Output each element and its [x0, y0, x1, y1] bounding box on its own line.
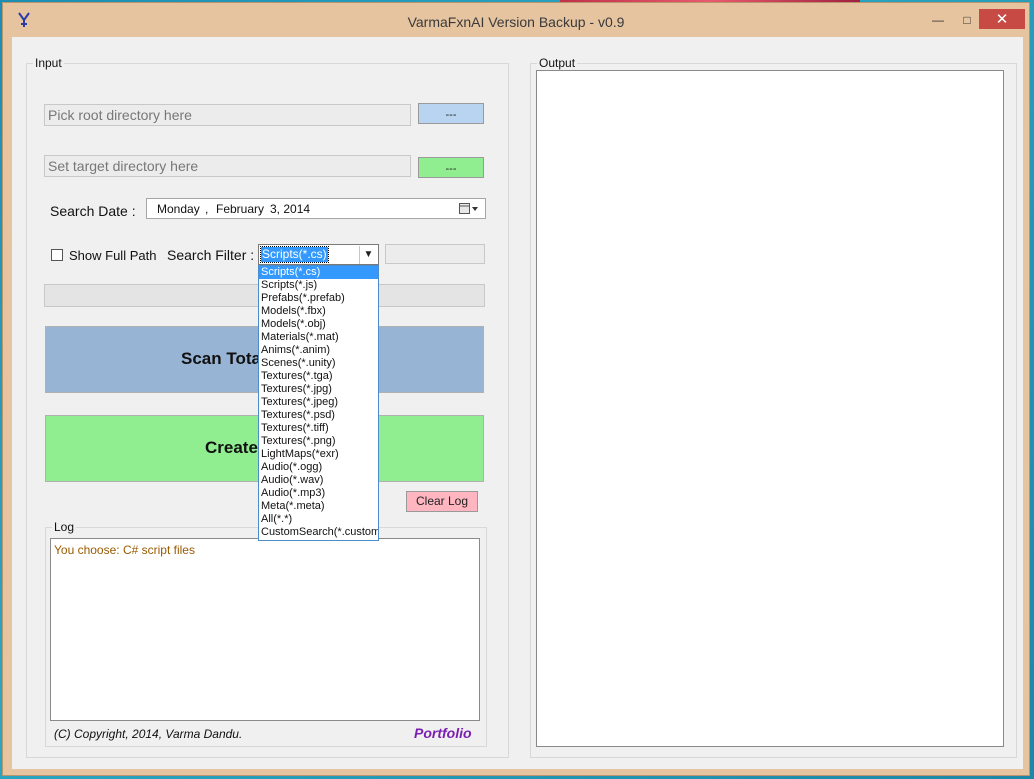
- input-group-legend: Input: [33, 56, 64, 70]
- output-textarea[interactable]: [536, 70, 1004, 747]
- dropdown-option[interactable]: Scripts(*.cs): [259, 266, 378, 279]
- dropdown-option[interactable]: Models(*.fbx): [259, 305, 378, 318]
- copyright-text: (C) Copyright, 2014, Varma Dandu.: [54, 727, 243, 741]
- show-full-path-label: Show Full Path: [69, 248, 157, 263]
- dropdown-option[interactable]: Textures(*.png): [259, 435, 378, 448]
- dropdown-option[interactable]: Textures(*.jpeg): [259, 396, 378, 409]
- target-browse-button[interactable]: ---: [418, 157, 484, 178]
- minimize-button[interactable]: —: [926, 9, 950, 31]
- close-icon: ✕: [995, 11, 1009, 28]
- chevron-down-icon[interactable]: ▼: [359, 246, 377, 264]
- root-directory-input[interactable]: Pick root directory here: [44, 104, 411, 126]
- title-bar[interactable]: VarmaFxnAI Version Backup - v0.9 — □ ✕: [3, 3, 1029, 35]
- dropdown-option[interactable]: Textures(*.psd): [259, 409, 378, 422]
- root-browse-button[interactable]: ---: [418, 103, 484, 124]
- client-area: Input Pick root directory here --- Set t…: [12, 37, 1023, 769]
- log-textarea[interactable]: You choose: C# script files: [50, 538, 480, 721]
- dropdown-option[interactable]: Textures(*.tiff): [259, 422, 378, 435]
- dropdown-option[interactable]: CustomSearch(*.customE: [259, 526, 378, 539]
- dropdown-option[interactable]: All(*.*): [259, 513, 378, 526]
- calendar-dropdown-icon[interactable]: [459, 203, 479, 215]
- search-filter-combo[interactable]: Scripts(*.cs) ▼: [258, 244, 379, 265]
- maximize-icon: □: [963, 13, 971, 27]
- app-window: VarmaFxnAI Version Backup - v0.9 — □ ✕ I…: [2, 2, 1030, 776]
- search-filter-dropdown-list[interactable]: Scripts(*.cs) Scripts(*.js) Prefabs(*.pref…: [258, 265, 379, 541]
- create-button-label: Create: [205, 438, 258, 457]
- log-group-legend: Log: [52, 520, 77, 534]
- search-date-label: Search Date :: [50, 203, 136, 219]
- search-filter-value: Scripts(*.cs): [260, 246, 329, 263]
- date-month: February: [216, 202, 265, 216]
- dropdown-option[interactable]: Audio(*.wav): [259, 474, 378, 487]
- date-day-year: 3, 2014: [270, 202, 311, 216]
- clear-log-button[interactable]: Clear Log: [406, 491, 478, 512]
- custom-extension-input[interactable]: [385, 244, 485, 264]
- show-full-path-checkbox[interactable]: [51, 249, 63, 261]
- output-group-legend: Output: [537, 56, 578, 70]
- dropdown-option[interactable]: LightMaps(*exr): [259, 448, 378, 461]
- portfolio-link[interactable]: Portfolio: [414, 725, 472, 741]
- dropdown-option[interactable]: Meta(*.meta): [259, 500, 378, 513]
- dropdown-option[interactable]: Prefabs(*.prefab): [259, 292, 378, 305]
- dropdown-option[interactable]: Audio(*.ogg): [259, 461, 378, 474]
- dropdown-option[interactable]: Textures(*.tga): [259, 370, 378, 383]
- date-day: Monday: [157, 202, 200, 216]
- dropdown-option[interactable]: Models(*.obj): [259, 318, 378, 331]
- dropdown-option[interactable]: Materials(*.mat): [259, 331, 378, 344]
- dropdown-option[interactable]: Anims(*.anim): [259, 344, 378, 357]
- log-text: You choose: C# script files: [54, 543, 195, 557]
- date-separator: ,: [205, 202, 209, 216]
- target-directory-input[interactable]: Set target directory here: [44, 155, 411, 177]
- minimize-icon: —: [932, 13, 944, 27]
- dropdown-option[interactable]: Textures(*.jpg): [259, 383, 378, 396]
- dropdown-option[interactable]: Scenes(*.unity): [259, 357, 378, 370]
- scan-button-label: Scan Tota: [181, 349, 261, 368]
- window-title: VarmaFxnAI Version Backup - v0.9: [407, 14, 625, 30]
- dropdown-option[interactable]: Audio(*.mp3): [259, 487, 378, 500]
- search-filter-label: Search Filter :: [167, 247, 255, 263]
- search-date-picker[interactable]: Monday , February 3, 2014: [146, 198, 486, 219]
- dropdown-option[interactable]: Scripts(*.js): [259, 279, 378, 292]
- close-button[interactable]: ✕: [979, 9, 1025, 29]
- maximize-button[interactable]: □: [953, 9, 981, 31]
